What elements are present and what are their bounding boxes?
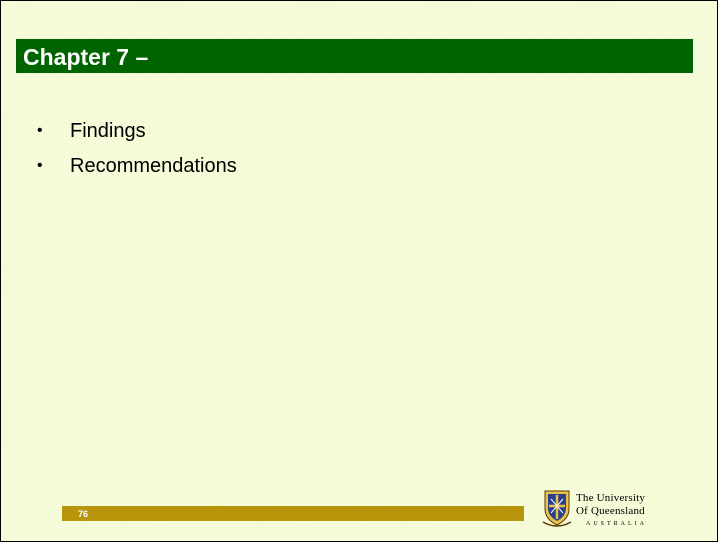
logo-line-2: Of Queensland: [576, 505, 645, 517]
university-logo: The University Of Queensland AUSTRALIA: [542, 489, 682, 533]
title-bar: Chapter 7 –: [16, 39, 693, 73]
slide-title: Chapter 7 –: [23, 44, 149, 70]
footer-bar: 76: [62, 506, 524, 521]
bullet-marker: •: [37, 157, 43, 174]
bullet-text: Recommendations: [70, 155, 237, 177]
uq-crest-icon: [542, 490, 572, 527]
logo-line-3: AUSTRALIA: [586, 521, 647, 527]
slide: Chapter 7 – • Findings • Recommendations…: [0, 0, 718, 542]
bullet-text: Findings: [70, 120, 146, 142]
logo-line-1: The University: [576, 492, 646, 504]
page-number: 76: [78, 509, 89, 519]
bullet-marker: •: [37, 122, 43, 139]
